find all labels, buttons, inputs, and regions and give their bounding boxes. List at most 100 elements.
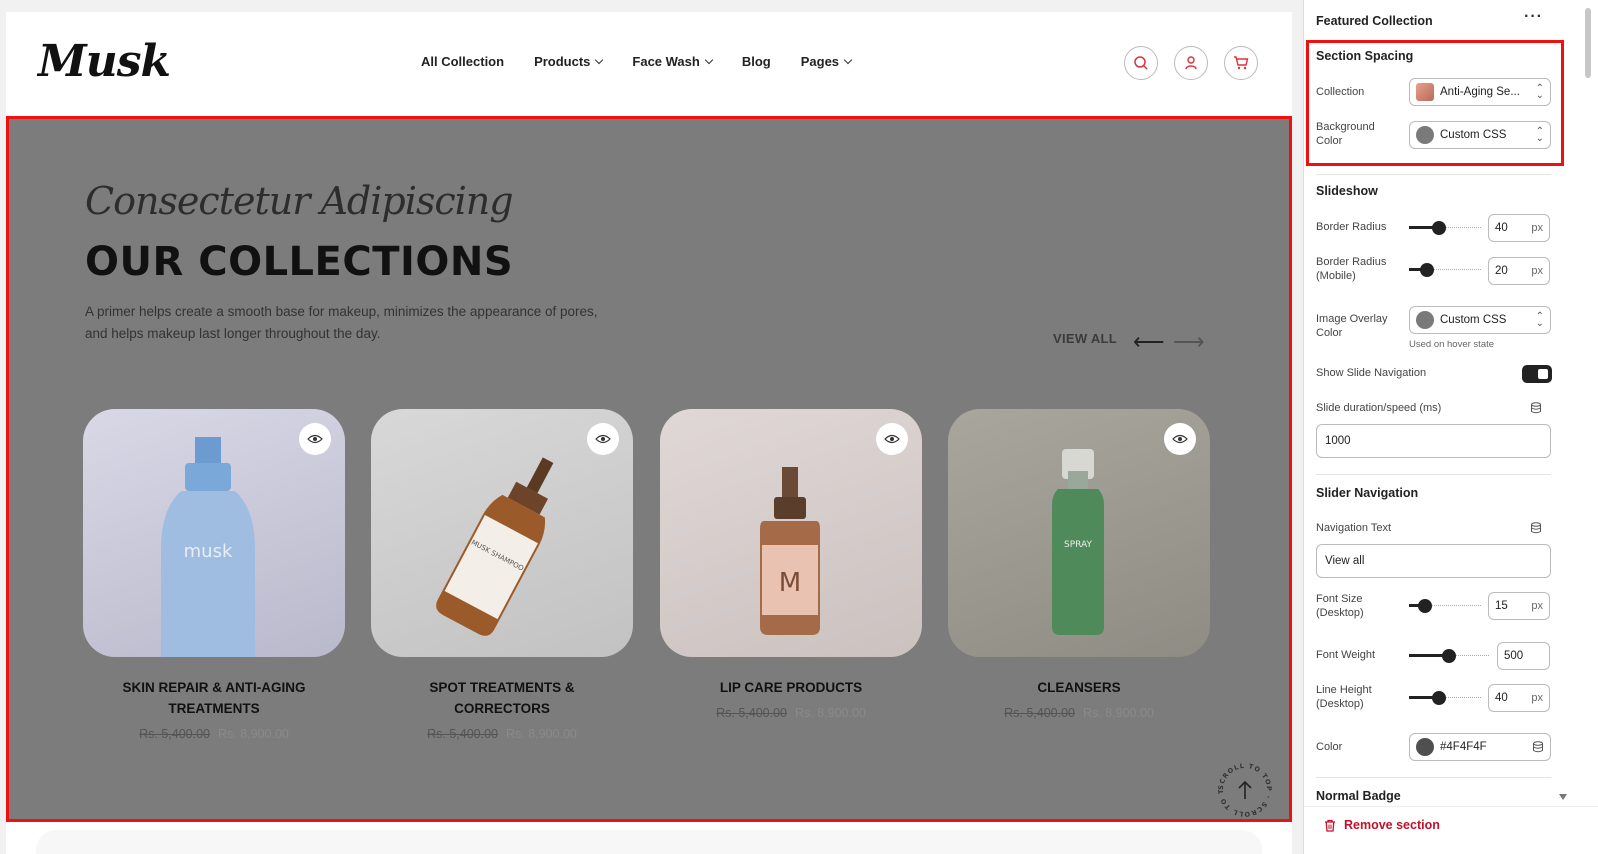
- arrow-right-icon[interactable]: ⟶: [1173, 329, 1205, 355]
- border-radius-mobile-slider[interactable]: [1409, 263, 1481, 277]
- divider: [1316, 174, 1551, 175]
- quick-view-button[interactable]: [299, 423, 331, 455]
- collection-card[interactable]: M LIP CARE PRODUCTS Rs. 5,400.00 Rs. 8,90…: [660, 409, 922, 720]
- collection-card[interactable]: SPRAY CLEANSERS Rs. 5,400.00 Rs. 8,900.00: [948, 409, 1210, 720]
- eye-icon: [884, 434, 900, 444]
- eye-icon: [1172, 434, 1188, 444]
- slider-handle[interactable]: [1418, 599, 1432, 613]
- nav-blog[interactable]: Blog: [742, 54, 771, 69]
- cart-button[interactable]: [1224, 46, 1258, 80]
- unit-label: px: [1531, 222, 1543, 234]
- normal-badge-heading: Normal Badge: [1316, 789, 1401, 803]
- nav-label: Face Wash: [632, 54, 700, 69]
- search-button[interactable]: [1124, 46, 1158, 80]
- navigation-text-label: Navigation Text: [1316, 522, 1392, 534]
- featured-collection-section[interactable]: Consectetur Adipiscing OUR COLLECTIONS A…: [6, 116, 1292, 822]
- chevron-down-icon: [595, 55, 604, 65]
- compare-price: Rs. 5,400.00: [1004, 706, 1075, 720]
- collection-prices: Rs. 5,400.00 Rs. 8,900.00: [948, 706, 1210, 720]
- border-radius-input[interactable]: 40 px: [1488, 214, 1550, 242]
- arrow-left-icon[interactable]: ⟵: [1133, 329, 1165, 355]
- font-size-value: 15: [1495, 600, 1508, 612]
- color-picker[interactable]: #4F4F4F: [1409, 733, 1551, 761]
- sale-price: Rs. 8,900.00: [795, 706, 866, 720]
- user-icon: [1185, 56, 1197, 70]
- collection-image[interactable]: M: [660, 409, 922, 657]
- font-weight-input[interactable]: 500: [1497, 642, 1550, 670]
- scroll-down-icon[interactable]: [1559, 794, 1567, 800]
- database-icon[interactable]: [1532, 741, 1544, 753]
- font-weight-label: Font Weight: [1316, 649, 1376, 661]
- collection-card[interactable]: musk SKIN REPAIR & ANTI-AGING TREATMENTS…: [83, 409, 345, 741]
- collection-image[interactable]: MUSK SHAMPOO: [371, 409, 633, 657]
- nav-face-wash[interactable]: Face Wash: [632, 54, 714, 69]
- chevron-down-icon: [704, 55, 714, 65]
- nav-all-collection[interactable]: All Collection: [421, 54, 504, 69]
- sale-price: Rs. 8,900.00: [506, 727, 577, 741]
- unit-label: px: [1531, 600, 1543, 612]
- font-weight-value: 500: [1504, 650, 1524, 662]
- font-size-slider[interactable]: [1409, 599, 1481, 613]
- collection-image[interactable]: musk: [83, 409, 345, 657]
- storefront-preview: Musk All Collection Products Face Wash B…: [6, 12, 1292, 854]
- svg-text:musk: musk: [184, 541, 233, 562]
- collection-prices: Rs. 5,400.00 Rs. 8,900.00: [371, 727, 633, 741]
- nav-pages[interactable]: Pages: [801, 54, 853, 69]
- slideshow-heading: Slideshow: [1316, 184, 1378, 198]
- unit-label: px: [1531, 692, 1543, 704]
- trash-icon: [1325, 819, 1335, 832]
- collection-title[interactable]: SKIN REPAIR & ANTI-AGING TREATMENTS: [83, 677, 345, 719]
- border-radius-slider[interactable]: [1409, 221, 1481, 235]
- quick-view-button[interactable]: [876, 423, 908, 455]
- quick-view-button[interactable]: [587, 423, 619, 455]
- cart-icon: [1234, 56, 1249, 70]
- scroll-to-top-button[interactable]: SCROLL TO TOP · SCROLL TO TOP ·: [1213, 755, 1274, 819]
- background-color-select[interactable]: Custom CSS ⌃ ⌄: [1409, 121, 1551, 149]
- quick-view-button[interactable]: [1164, 423, 1196, 455]
- collection-prices: Rs. 5,400.00 Rs. 8,900.00: [83, 727, 345, 741]
- background-color-value: Custom CSS: [1440, 129, 1507, 141]
- navigation-text-input[interactable]: View all: [1316, 544, 1551, 578]
- sale-price: Rs. 8,900.00: [218, 727, 289, 741]
- font-weight-slider[interactable]: [1409, 649, 1489, 663]
- font-size-input[interactable]: 15 px: [1488, 592, 1550, 620]
- collection-card[interactable]: MUSK SHAMPOO SPOT TREATMENTS & CORRECTOR…: [371, 409, 633, 741]
- line-height-input[interactable]: 40 px: [1488, 684, 1550, 712]
- show-slide-navigation-toggle[interactable]: [1522, 365, 1552, 383]
- collection-title[interactable]: SPOT TREATMENTS & CORRECTORS: [371, 677, 633, 719]
- collection-title[interactable]: CLEANSERS: [948, 677, 1210, 698]
- database-icon[interactable]: [1530, 522, 1542, 534]
- chevron-updown-icon: ⌃ ⌄: [1535, 126, 1544, 144]
- account-button[interactable]: [1174, 46, 1208, 80]
- view-all-link[interactable]: VIEW ALL: [1053, 331, 1117, 346]
- remove-section-button[interactable]: Remove section: [1324, 818, 1440, 832]
- slider-handle[interactable]: [1442, 649, 1456, 663]
- background-color-label: Background Color: [1316, 121, 1375, 147]
- eye-icon: [595, 434, 611, 444]
- collection-title[interactable]: LIP CARE PRODUCTS: [660, 677, 922, 698]
- compare-price: Rs. 5,400.00: [139, 727, 210, 741]
- main-nav: All Collection Products Face Wash Blog P…: [421, 54, 853, 69]
- remove-section-label: Remove section: [1344, 818, 1440, 832]
- svg-text:M: M: [779, 568, 801, 598]
- slider-handle[interactable]: [1432, 691, 1446, 705]
- collection-picker[interactable]: Anti-Aging Se... ⌃ ⌄: [1409, 78, 1551, 106]
- border-radius-mobile-input[interactable]: 20 px: [1488, 257, 1550, 285]
- more-options-icon[interactable]: ···: [1524, 8, 1543, 26]
- site-logo[interactable]: Musk: [38, 36, 171, 87]
- section-spacing-heading: Section Spacing: [1316, 49, 1414, 63]
- collection-prices: Rs. 5,400.00 Rs. 8,900.00: [660, 706, 922, 720]
- collection-thumbnail: [1416, 83, 1434, 101]
- database-icon[interactable]: [1530, 402, 1542, 414]
- color-swatch: [1416, 311, 1434, 329]
- line-height-value: 40: [1495, 692, 1508, 704]
- line-height-slider[interactable]: [1409, 691, 1481, 705]
- slider-handle[interactable]: [1420, 263, 1434, 277]
- image-overlay-select[interactable]: Custom CSS ⌃ ⌄: [1409, 306, 1551, 334]
- collection-image[interactable]: SPRAY: [948, 409, 1210, 657]
- slide-duration-input[interactable]: 1000: [1316, 424, 1551, 458]
- nav-products[interactable]: Products: [534, 54, 604, 69]
- panel-scrollbar[interactable]: [1585, 8, 1591, 78]
- scroll-to-top-badge: SCROLL TO TOP · SCROLL TO TOP ·: [1213, 755, 1272, 818]
- slider-handle[interactable]: [1432, 221, 1446, 235]
